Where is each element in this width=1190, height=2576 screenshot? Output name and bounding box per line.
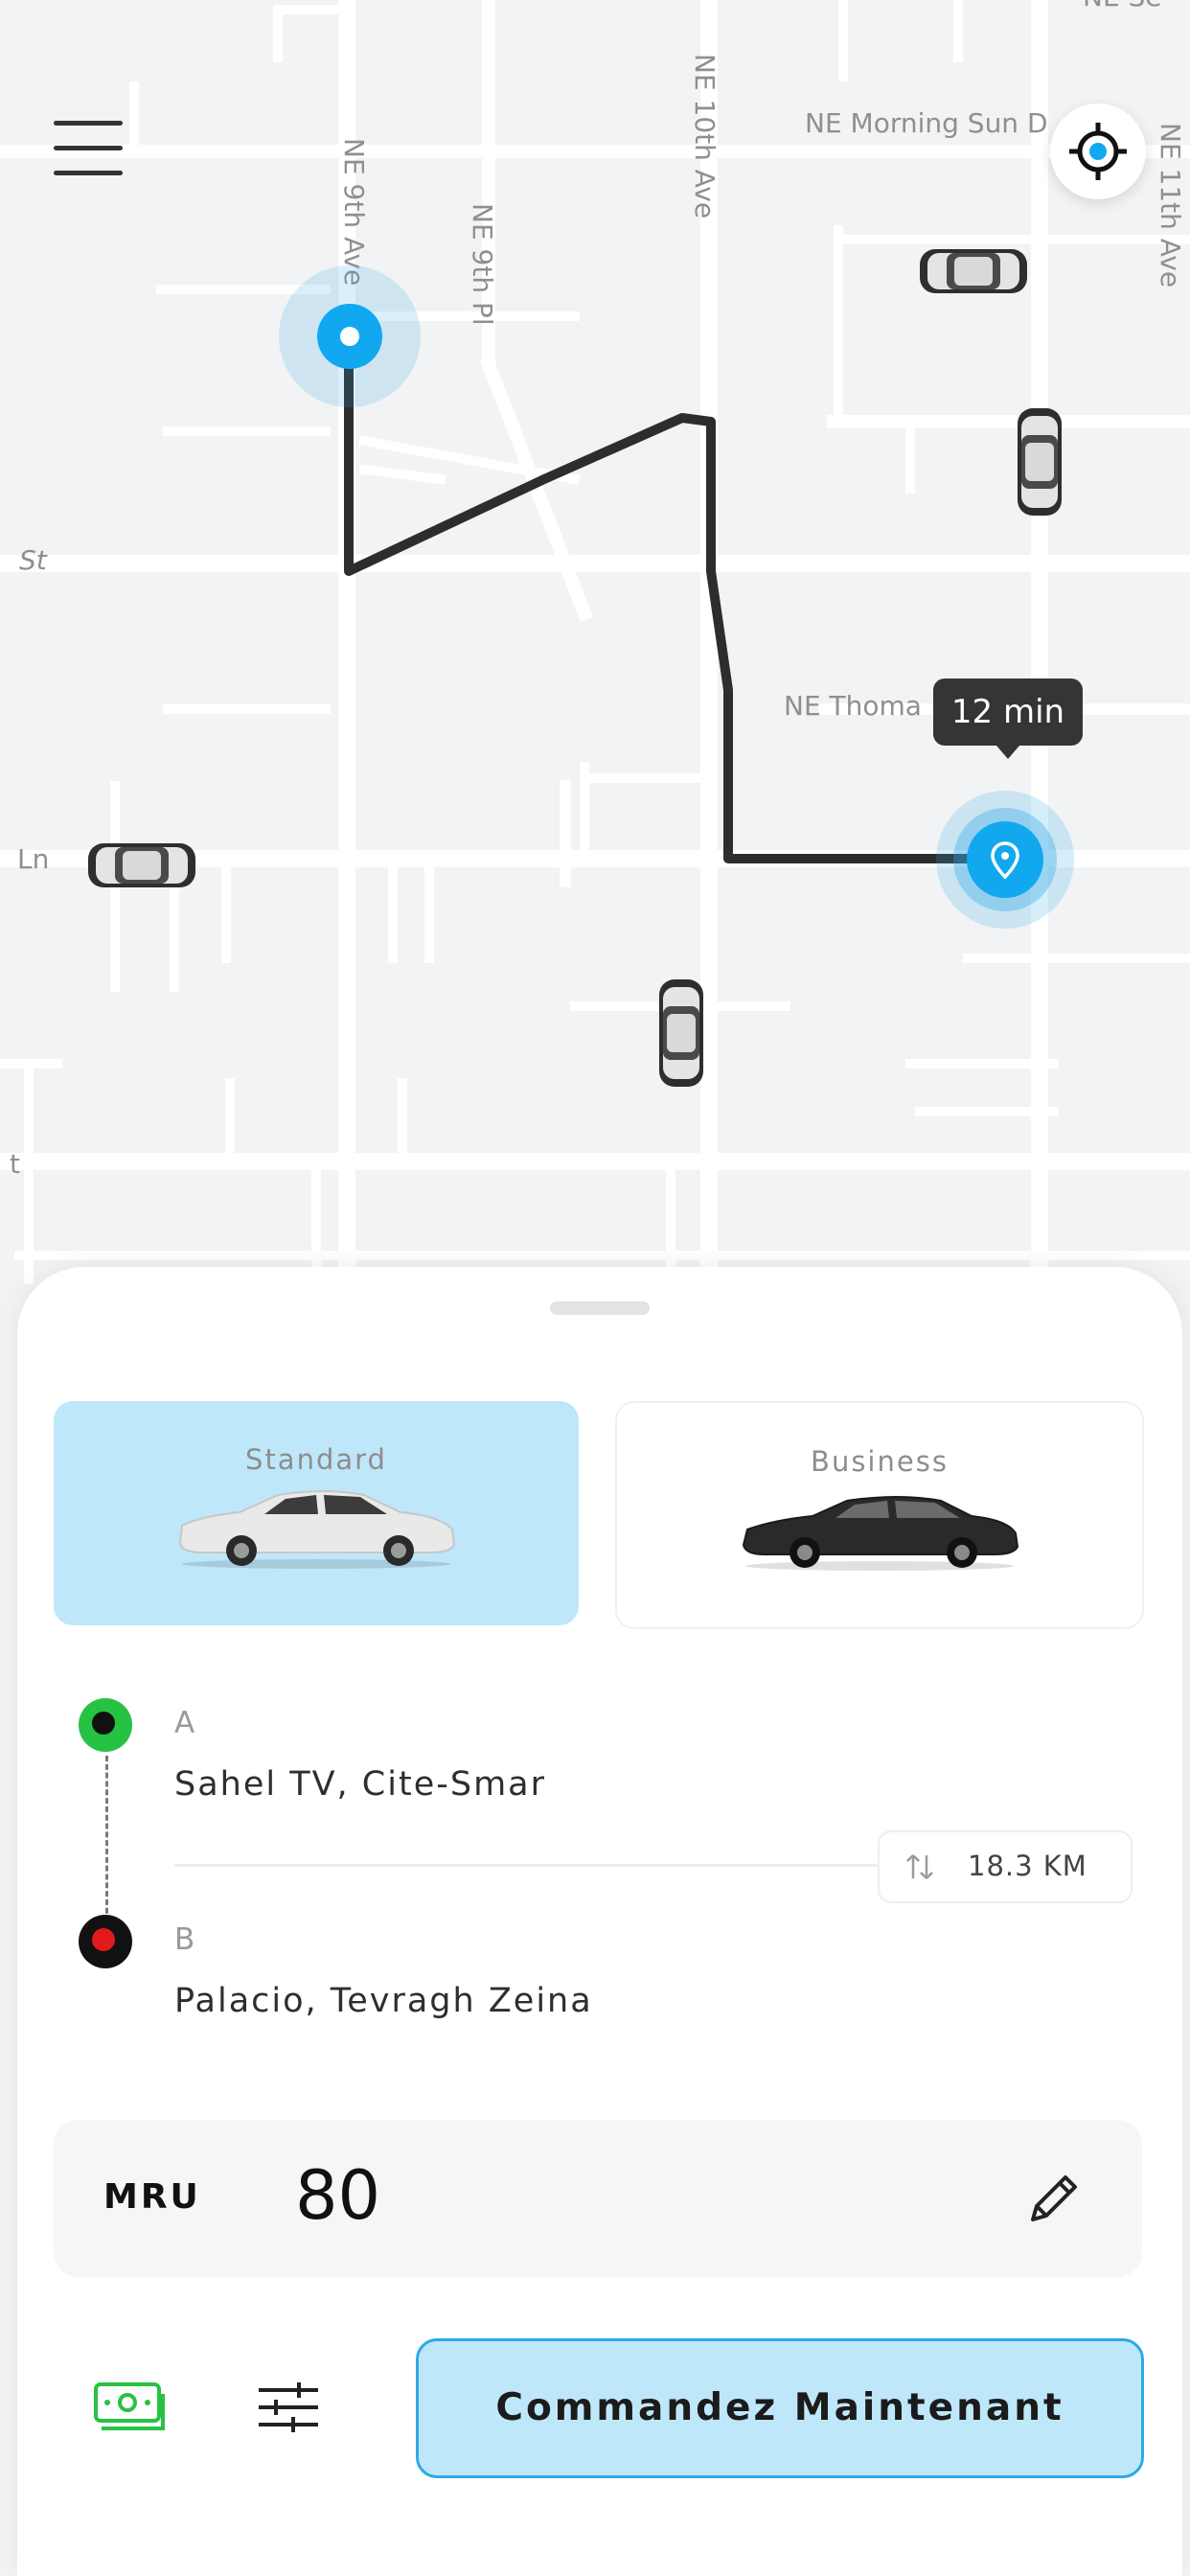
distance-badge: 18.3 KM <box>878 1830 1133 1903</box>
recenter-location-button[interactable] <box>1050 104 1146 199</box>
street-label: NE 11th Ave <box>1155 123 1186 288</box>
street-label: NE 10th Ave <box>689 54 721 219</box>
street-label: NE Morning Sun D <box>805 107 1048 139</box>
map-streets <box>0 0 1190 1284</box>
origin-pin-icon <box>279 265 421 407</box>
street-label: NE Se <box>1083 0 1162 12</box>
ride-option-label: Standard <box>245 1443 387 1476</box>
currency-label: MRU <box>103 2177 201 2217</box>
destination-address[interactable]: Palacio, Tevragh Zeina <box>174 1982 593 2020</box>
ride-option-label: Business <box>811 1445 949 1478</box>
street-label: t <box>10 1148 20 1180</box>
pencil-icon[interactable] <box>1023 2168 1085 2229</box>
menu-button[interactable] <box>50 117 126 180</box>
street-label: NE Thoma <box>784 690 922 722</box>
distance-value: 18.3 KM <box>968 1850 1087 1882</box>
origin-address[interactable]: Sahel TV, Cite-Smar <box>174 1765 546 1804</box>
origin-label: A <box>174 1706 195 1740</box>
sheet-grab-handle[interactable] <box>550 1301 650 1315</box>
cash-icon[interactable] <box>92 2379 169 2436</box>
map-view[interactable]: NE 9th Ave NE 9th Pl NE 10th Ave NE Morn… <box>0 0 1190 1284</box>
address-divider <box>174 1864 912 1867</box>
car-icon <box>1018 408 1062 516</box>
sliders-icon[interactable] <box>255 2379 322 2436</box>
car-standard-icon <box>178 1490 456 1569</box>
car-business-icon <box>742 1496 1019 1571</box>
order-now-button[interactable]: Commandez Maintenant <box>416 2338 1144 2478</box>
destination-pin-icon <box>936 791 1074 929</box>
car-icon <box>88 843 195 887</box>
eta-badge: 12 min <box>933 678 1083 759</box>
origin-marker <box>79 1698 132 1752</box>
ride-booking-sheet: Standard Business A Sahel TV, Cite-Smar <box>17 1267 1182 2576</box>
street-label: St <box>19 544 47 576</box>
destination-marker <box>79 1915 132 1968</box>
swap-arrows-icon <box>906 1854 933 1879</box>
street-label: NE 9th Pl <box>467 203 498 326</box>
street-label: Ln <box>17 843 50 875</box>
ride-option-business[interactable]: Business <box>615 1401 1144 1629</box>
destination-label: B <box>174 1922 195 1957</box>
fare-field[interactable]: MRU 80 <box>54 2120 1142 2277</box>
crosshair-icon <box>1069 123 1127 180</box>
car-icon <box>659 979 703 1087</box>
car-icon <box>920 249 1027 293</box>
ride-option-standard[interactable]: Standard <box>54 1401 579 1625</box>
fare-amount: 80 <box>295 2156 381 2235</box>
